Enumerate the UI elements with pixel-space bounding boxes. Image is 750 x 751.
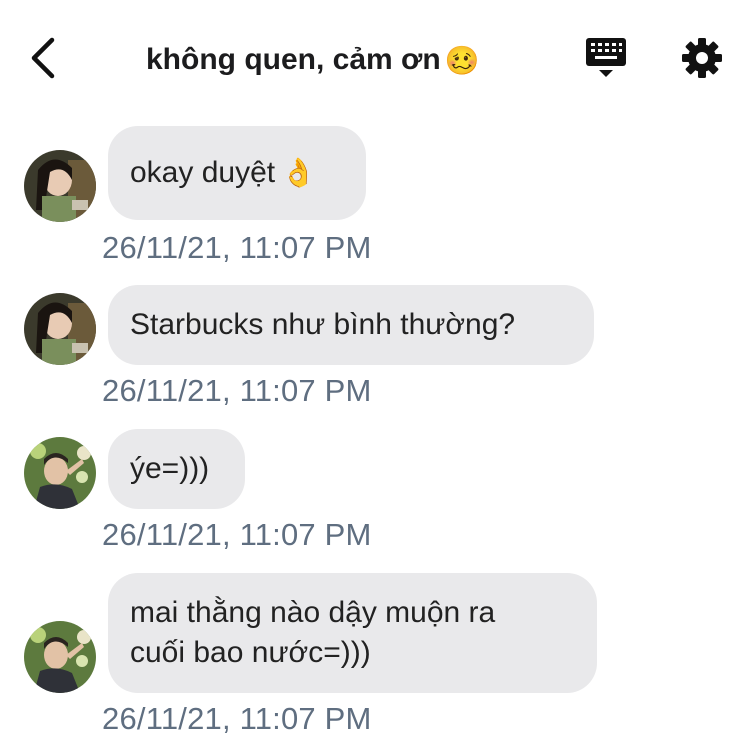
keyboard-button[interactable] bbox=[584, 36, 628, 80]
message-timestamp: 26/11/21, 11:07 PM bbox=[102, 701, 372, 736]
message-timestamp: 26/11/21, 11:07 PM bbox=[102, 230, 372, 265]
message-text: Starbucks như bình thường? bbox=[130, 308, 516, 341]
message-text: ýe=))) bbox=[130, 452, 210, 485]
settings-button[interactable] bbox=[680, 36, 724, 80]
message-text-line: cuối bao nước=))) bbox=[130, 636, 371, 669]
woozy-face-emoji: 🥴 bbox=[444, 44, 480, 76]
message-bubble[interactable]: mai thằng nào dậy muộn ra cuối bao nước=… bbox=[108, 573, 597, 693]
message-bubble[interactable]: Starbucks như bình thường? bbox=[108, 285, 594, 365]
message-bubble[interactable]: okay duyệt 👌 bbox=[108, 126, 366, 220]
message-timestamp: 26/11/21, 11:07 PM bbox=[102, 517, 372, 552]
gear-icon bbox=[682, 38, 722, 78]
avatar[interactable] bbox=[24, 293, 96, 365]
message-bubble[interactable]: ýe=))) bbox=[108, 429, 245, 509]
chat-header: không quen, cảm ơn 🥴 bbox=[0, 0, 750, 120]
chevron-left-icon bbox=[31, 37, 55, 79]
message-text: okay duyệt bbox=[130, 156, 276, 189]
avatar[interactable] bbox=[24, 621, 96, 693]
message-text-line: mai thằng nào dậy muộn ra bbox=[130, 596, 496, 629]
avatar[interactable] bbox=[24, 437, 96, 509]
ok-hand-emoji: 👌 bbox=[281, 157, 316, 188]
keyboard-icon bbox=[586, 38, 626, 77]
back-button[interactable] bbox=[26, 34, 66, 84]
avatar[interactable] bbox=[24, 150, 96, 222]
message-timestamp: 26/11/21, 11:07 PM bbox=[102, 373, 372, 408]
chat-title-text: không quen, cảm ơn bbox=[146, 43, 441, 76]
chat-title: không quen, cảm ơn 🥴 bbox=[146, 36, 480, 84]
